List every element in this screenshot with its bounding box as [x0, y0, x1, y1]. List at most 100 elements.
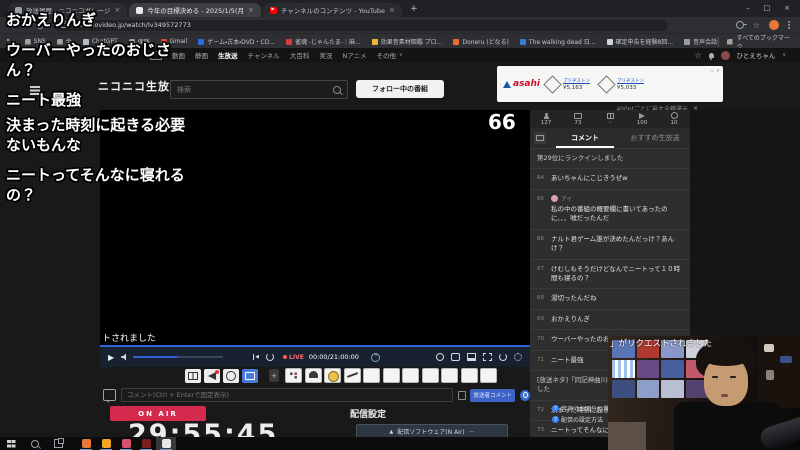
- tab-recommended[interactable]: おすすめ生放送: [620, 128, 690, 148]
- ad-product[interactable]: ブリヂストン ¥5,033: [597, 74, 644, 94]
- nav-item-4[interactable]: 大百科: [290, 50, 310, 60]
- window-maximize-button[interactable]: [764, 4, 771, 12]
- browser-profile-avatar[interactable]: [769, 20, 779, 30]
- taskbar-search-icon[interactable]: [31, 439, 39, 448]
- comment-row[interactable]: 66 ナルト君ゲーム誰が決めたんだっけ？あんけ？: [530, 228, 690, 259]
- nav-item-6[interactable]: Nアニメ: [342, 50, 366, 60]
- search-box[interactable]: [170, 80, 348, 99]
- rank-stamp[interactable]: [324, 368, 341, 383]
- bookmark-item[interactable]: 効果音素材図鑑 プロ...: [371, 37, 442, 46]
- search-icon[interactable]: [333, 85, 341, 94]
- comment-system[interactable]: 第29位にランクインしました: [530, 148, 690, 169]
- help-link[interactable]: 音声でお困りの場合: [552, 404, 615, 413]
- new-tab-button[interactable]: [408, 3, 420, 15]
- comment-input[interactable]: [120, 388, 454, 402]
- user-name[interactable]: ひとえちゃん: [737, 50, 776, 60]
- mini-player-icon[interactable]: [534, 132, 546, 144]
- nicoads-icon: [639, 112, 645, 119]
- search-input[interactable]: [171, 85, 333, 94]
- user-avatar[interactable]: [720, 50, 730, 60]
- bookmark-item[interactable]: 雀魂 -じゃんたま-｜麻...: [285, 37, 361, 46]
- comment-panel-button[interactable]: [242, 368, 258, 383]
- play-button[interactable]: [108, 353, 114, 362]
- following-programs-button[interactable]: フォロー中の番組: [356, 80, 444, 98]
- comment-history-button[interactable]: [520, 389, 530, 401]
- empty-stamp-slot[interactable]: [363, 368, 380, 383]
- bookmark-item[interactable]: 音声会話型おしゃべり...: [684, 37, 718, 46]
- bookmark-item[interactable]: The walking dead 日...: [519, 37, 596, 46]
- sidebar-menu-icon[interactable]: [30, 86, 40, 88]
- nav-item-1[interactable]: 静画: [195, 50, 208, 60]
- skip-to-start-icon[interactable]: [253, 354, 259, 360]
- help-link[interactable]: 配信の設定方法: [552, 415, 603, 424]
- gift-button[interactable]: [185, 368, 201, 383]
- window-close-button[interactable]: [784, 4, 790, 12]
- volume-slider[interactable]: [133, 356, 224, 358]
- volume-icon[interactable]: [121, 353, 127, 361]
- gun-stamp[interactable]: [343, 368, 361, 383]
- taskbar-app-recorder[interactable]: [136, 437, 156, 450]
- comment-option-icon[interactable]: [458, 390, 467, 400]
- bookmark-star-icon[interactable]: [753, 21, 760, 30]
- emotion-button[interactable]: [223, 368, 239, 383]
- ad-banner[interactable]: asahi ブリヂストン ¥5,163 ブリヂストン ¥5,033: [497, 66, 723, 102]
- password-key-icon[interactable]: [735, 21, 747, 29]
- favorites-star-icon[interactable]: [694, 51, 701, 60]
- theater-mode-icon[interactable]: [467, 353, 476, 361]
- empty-stamp-slot[interactable]: [441, 368, 458, 383]
- taskbar-app-notepad[interactable]: [156, 437, 176, 450]
- promo-close-icon[interactable]: [693, 105, 698, 112]
- comment-row[interactable]: 68 湯切ったんだね: [530, 288, 690, 309]
- empty-stamp-slot[interactable]: [421, 368, 439, 383]
- broadcaster-comment-button[interactable]: 放送者コメント: [470, 388, 515, 402]
- browser-menu-icon[interactable]: [788, 24, 790, 26]
- bookmark-item[interactable]: 確定申告を経験8回...: [606, 37, 673, 46]
- product-link[interactable]: ブリヂストン: [617, 78, 644, 84]
- nav-item-7[interactable]: その他: [377, 50, 397, 60]
- helmet-stamp[interactable]: [304, 368, 322, 383]
- tab-close-icon[interactable]: [248, 6, 254, 14]
- notifications-bell-icon[interactable]: [708, 52, 714, 60]
- start-button-icon[interactable]: [7, 439, 15, 448]
- bookmark-favicon-icon: [198, 38, 205, 45]
- user-menu-caret-icon[interactable]: [782, 52, 786, 58]
- ad-close-icon[interactable]: [716, 68, 720, 74]
- comment-toggle-icon[interactable]: [451, 353, 460, 361]
- dice-stamp[interactable]: [285, 368, 302, 383]
- tab-comments[interactable]: コメント: [550, 128, 620, 148]
- empty-stamp-slot[interactable]: [480, 368, 497, 383]
- window-minimize-button[interactable]: [746, 4, 750, 12]
- empty-stamp-slot[interactable]: [382, 368, 400, 383]
- bookmark-item[interactable]: Doneru (どなる): [453, 37, 509, 46]
- ad-product[interactable]: ブリヂストン ¥5,163: [543, 74, 590, 94]
- browser-tab[interactable]: チャンネルのコンテンツ - YouTube: [262, 3, 402, 17]
- comment-row[interactable]: 67 けむしもそうだけどなんでニートって１０時間も寝るの？: [530, 258, 690, 289]
- taskbar-app-browser[interactable]: [76, 437, 96, 450]
- comment-row[interactable]: 64 あいちゃんにこじきうぜw: [530, 168, 690, 189]
- tab-close-icon[interactable]: [389, 6, 395, 14]
- all-bookmarks-button[interactable]: すべてのブックマーク: [717, 35, 800, 51]
- bookmark-item[interactable]: ゲーム・古本・DVD・CD...: [198, 37, 275, 46]
- reload-player-icon[interactable]: [499, 353, 507, 361]
- empty-stamp-slot[interactable]: [460, 368, 478, 383]
- empty-stamp-slot[interactable]: [402, 368, 419, 383]
- collapse-icon[interactable]: [469, 428, 475, 435]
- fullscreen-icon[interactable]: [483, 353, 492, 361]
- taskbar-app-lips[interactable]: [116, 437, 136, 450]
- add-button[interactable]: [370, 352, 380, 362]
- comment-row[interactable]: 65 アイ 私の中の番組の概要欄に書いてあったのに、、、嘘だったんだ: [530, 188, 690, 229]
- nicoad-megaphone-button[interactable]: [204, 368, 220, 383]
- product-link[interactable]: ブリヂストン: [563, 78, 590, 84]
- player-settings-icon[interactable]: [514, 353, 522, 361]
- add-stamp-button[interactable]: [269, 369, 279, 382]
- comment-row[interactable]: 69 おかえりんぎ: [530, 308, 690, 330]
- taskbar-app-doneru[interactable]: [96, 437, 116, 450]
- nav-item-3[interactable]: チャンネル: [248, 50, 280, 60]
- comment-visibility-icon[interactable]: [436, 353, 444, 361]
- stat-value: 100: [636, 119, 648, 126]
- replay-icon[interactable]: [266, 353, 275, 361]
- task-view-icon[interactable]: [54, 438, 64, 448]
- nav-item-5[interactable]: 実況: [319, 50, 332, 60]
- adchoices-icon[interactable]: [711, 68, 714, 73]
- nav-item-2[interactable]: 生放送: [218, 50, 238, 60]
